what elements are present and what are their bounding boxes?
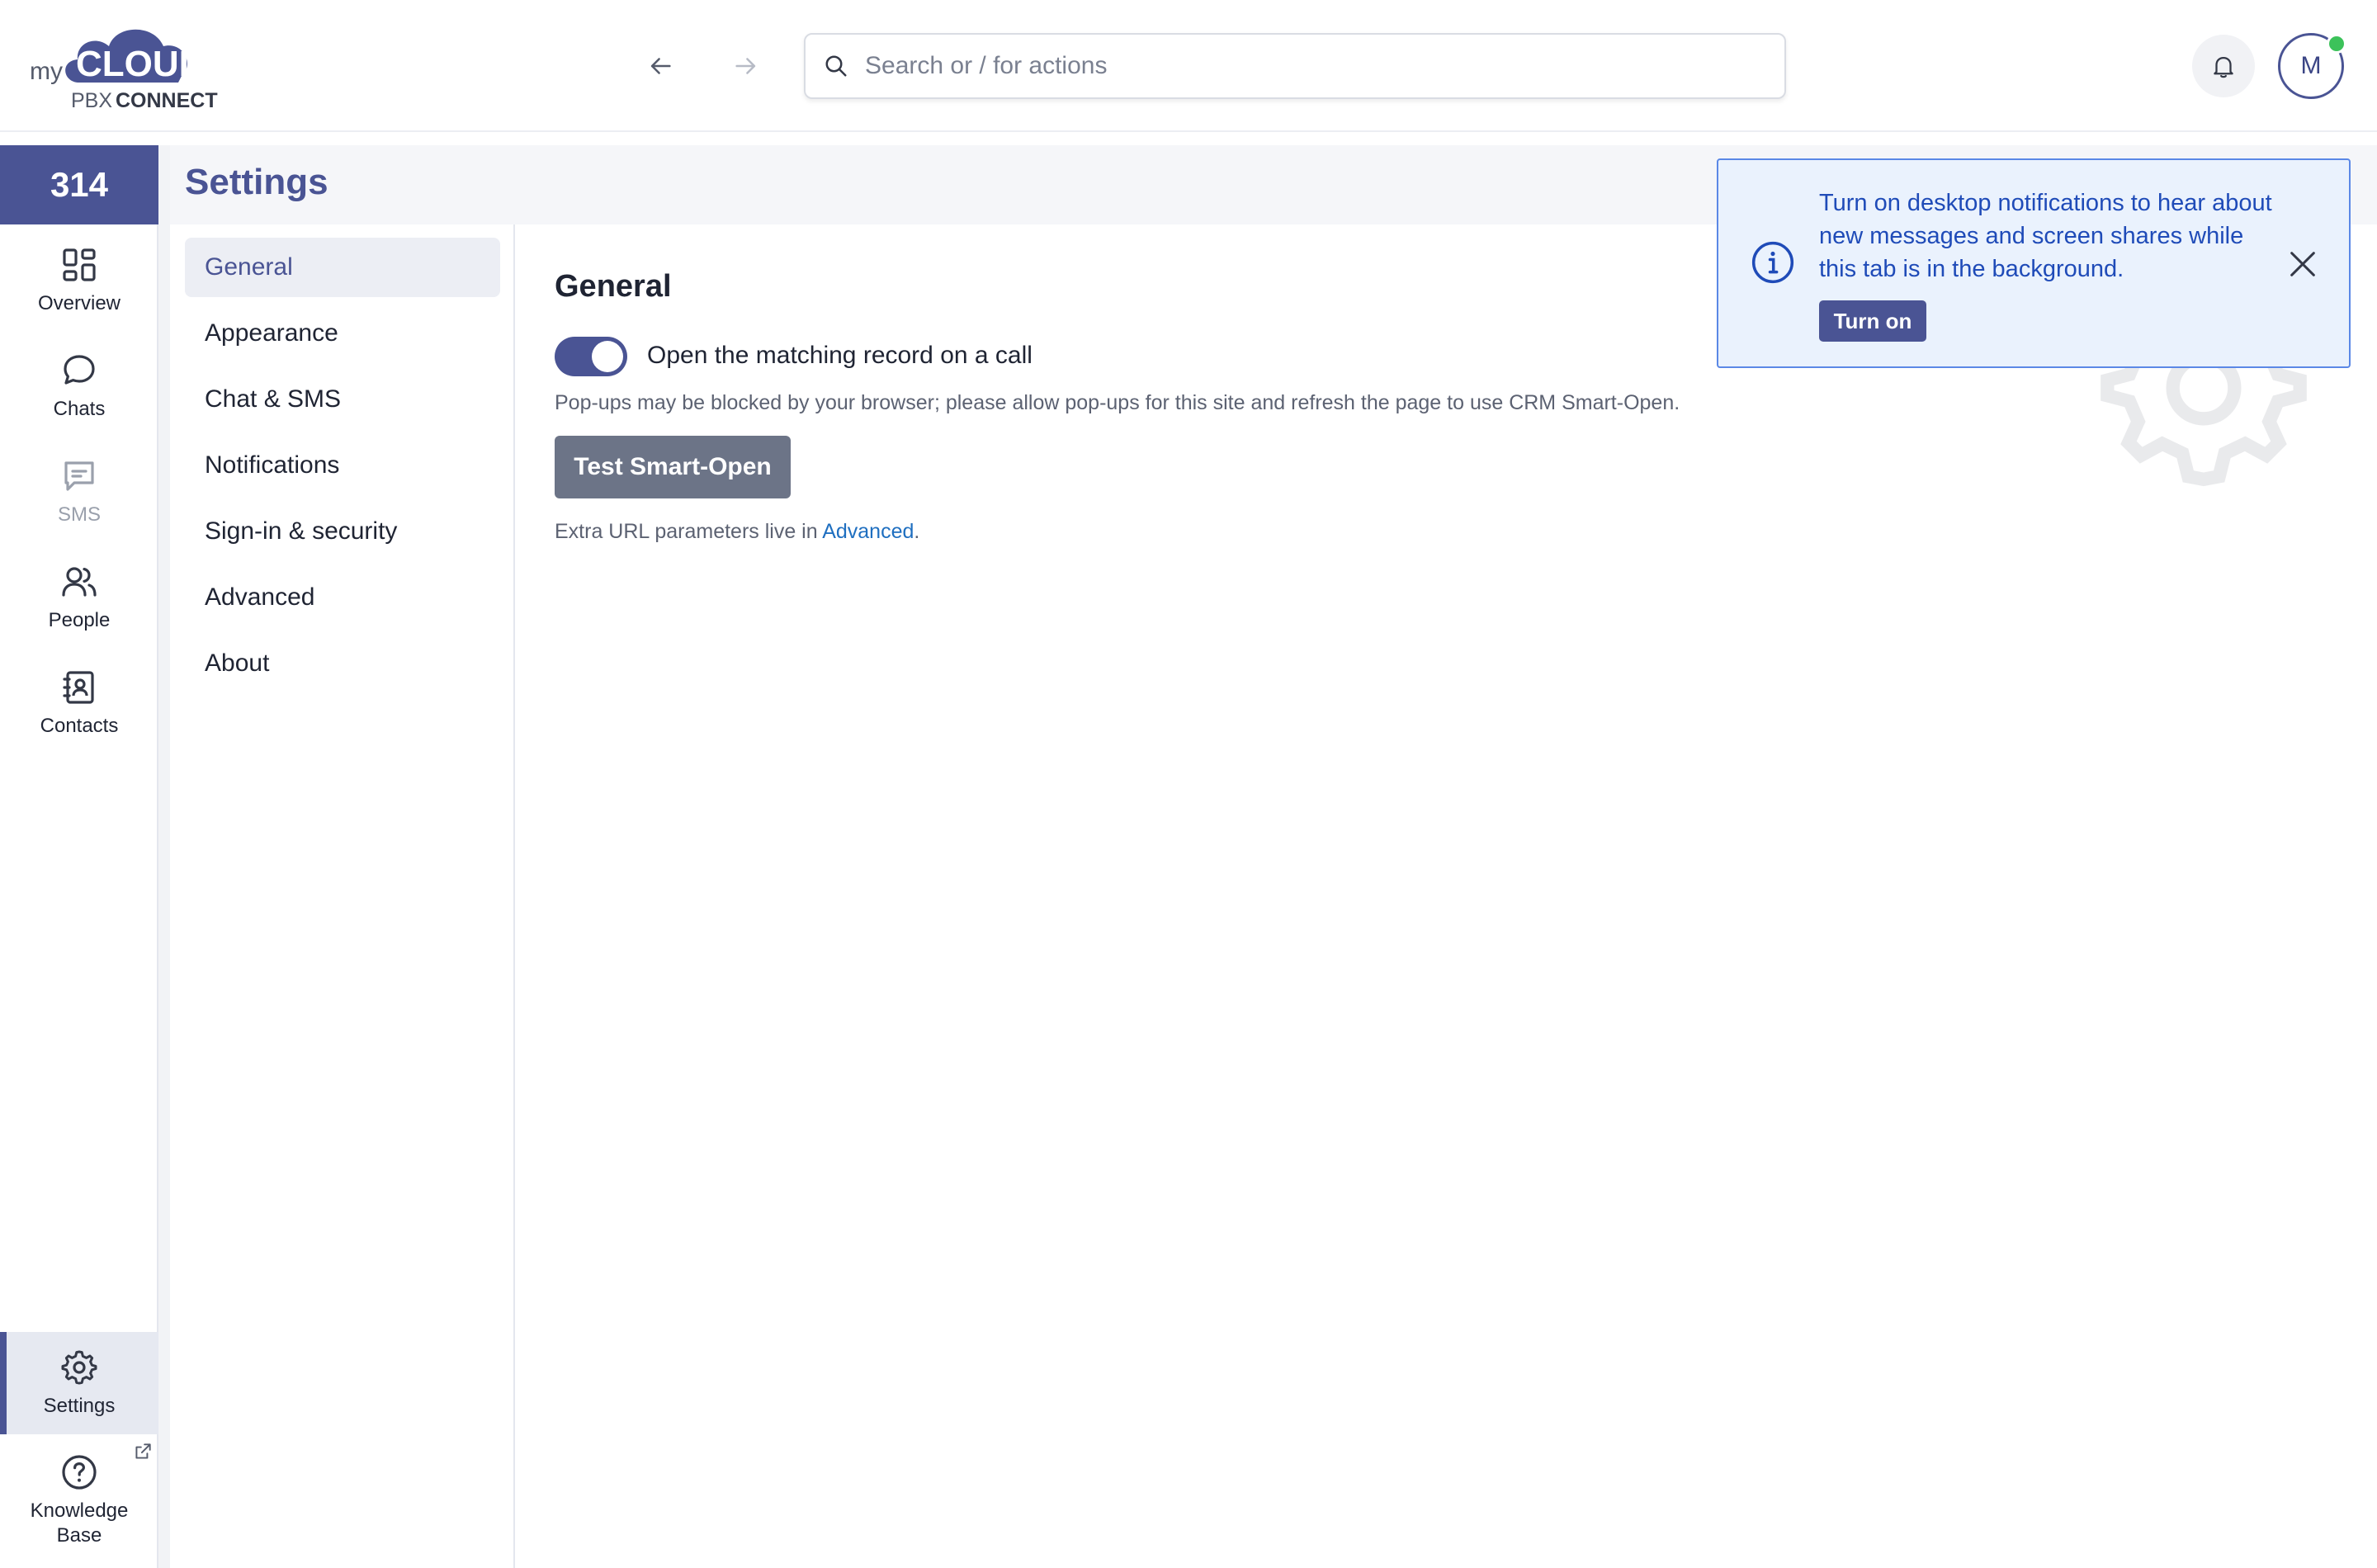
- contacts-icon: [63, 671, 94, 704]
- toggle-knob: [592, 341, 623, 372]
- toast-message: Turn on desktop notifications to hear ab…: [1819, 190, 2272, 282]
- rail-label-people: People: [48, 609, 111, 631]
- search-icon: [824, 51, 853, 81]
- logo-connect: CONNECT: [116, 89, 218, 112]
- presence-indicator: [2327, 34, 2346, 54]
- rail-item-sms[interactable]: SMS: [0, 442, 158, 541]
- top-bar: my CLOUD PBX CONNECT M: [0, 0, 2377, 132]
- smart-open-toggle[interactable]: [555, 337, 627, 376]
- gear-icon: [61, 1350, 97, 1385]
- test-smart-open-button[interactable]: Test Smart-Open: [555, 436, 791, 498]
- back-button[interactable]: [637, 43, 683, 89]
- extra-params-prefix: Extra URL parameters live in: [555, 520, 823, 543]
- people-icon: [62, 567, 97, 597]
- extension-number: 314: [50, 165, 109, 204]
- subnav-item-notifications[interactable]: Notifications: [185, 436, 500, 495]
- notifications-button[interactable]: [2192, 35, 2255, 97]
- info-icon: [1751, 241, 1794, 284]
- subnav-item-chat-sms[interactable]: Chat & SMS: [185, 370, 500, 429]
- chat-icon: [64, 355, 95, 385]
- rail-item-settings[interactable]: Settings: [0, 1332, 158, 1434]
- rail-label-settings: Settings: [43, 1395, 116, 1417]
- rail-label-chats: Chats: [53, 398, 106, 420]
- extension-badge[interactable]: 314: [0, 145, 158, 224]
- external-link-icon: [135, 1443, 151, 1459]
- layout-gutter: [158, 145, 170, 1568]
- sms-icon: [64, 461, 94, 491]
- subnav-item-general[interactable]: General: [185, 238, 500, 297]
- rail-label-knowledge-1: Knowledge: [30, 1500, 129, 1522]
- forward-button[interactable]: [723, 43, 769, 89]
- rail-item-contacts[interactable]: Contacts: [0, 654, 158, 753]
- smart-open-label: Open the matching record on a call: [647, 342, 1033, 369]
- search-box[interactable]: [804, 33, 1786, 99]
- subnav-item-advanced[interactable]: Advanced: [185, 568, 500, 627]
- extra-params-note: Extra URL parameters live in Advanced.: [555, 520, 919, 544]
- subnav-item-sign-in-security[interactable]: Sign-in & security: [185, 502, 500, 561]
- turn-on-button[interactable]: Turn on: [1819, 300, 1926, 342]
- section-title: General: [555, 269, 672, 304]
- avatar-initial: M: [2300, 52, 2322, 79]
- logo-pbx: PBX: [71, 89, 112, 112]
- rail-label-overview: Overview: [37, 292, 121, 314]
- advanced-link[interactable]: Advanced: [822, 520, 914, 543]
- rail-item-people[interactable]: People: [0, 548, 158, 647]
- help-circle-icon: [62, 1455, 97, 1490]
- page-title: Settings: [185, 162, 328, 202]
- bell-icon: [2214, 56, 2233, 78]
- subnav-item-about[interactable]: About: [185, 634, 500, 693]
- notification-permission-toast: Turn on desktop notifications to hear ab…: [1717, 158, 2351, 368]
- rail-label-knowledge-2: Base: [56, 1524, 102, 1547]
- close-icon[interactable]: [2286, 248, 2319, 281]
- mycloud-logo[interactable]: my CLOUD PBX CONNECT: [30, 18, 236, 117]
- arrow-left-icon: [650, 58, 671, 74]
- logo-my: my: [30, 58, 63, 85]
- arrow-right-icon: [735, 58, 756, 74]
- rail-item-chats[interactable]: Chats: [0, 337, 158, 436]
- extra-params-suffix: .: [914, 520, 920, 543]
- popup-hint-text: Pop-ups may be blocked by your browser; …: [555, 391, 1680, 414]
- overview-icon: [63, 248, 96, 281]
- rail-item-overview[interactable]: Overview: [0, 231, 158, 330]
- logo-cloud: CLOUD: [76, 44, 205, 84]
- rail-label-sms: SMS: [57, 503, 101, 526]
- search-input[interactable]: [863, 51, 1758, 81]
- rail-label-contacts: Contacts: [40, 715, 119, 737]
- subnav-item-appearance[interactable]: Appearance: [185, 304, 500, 363]
